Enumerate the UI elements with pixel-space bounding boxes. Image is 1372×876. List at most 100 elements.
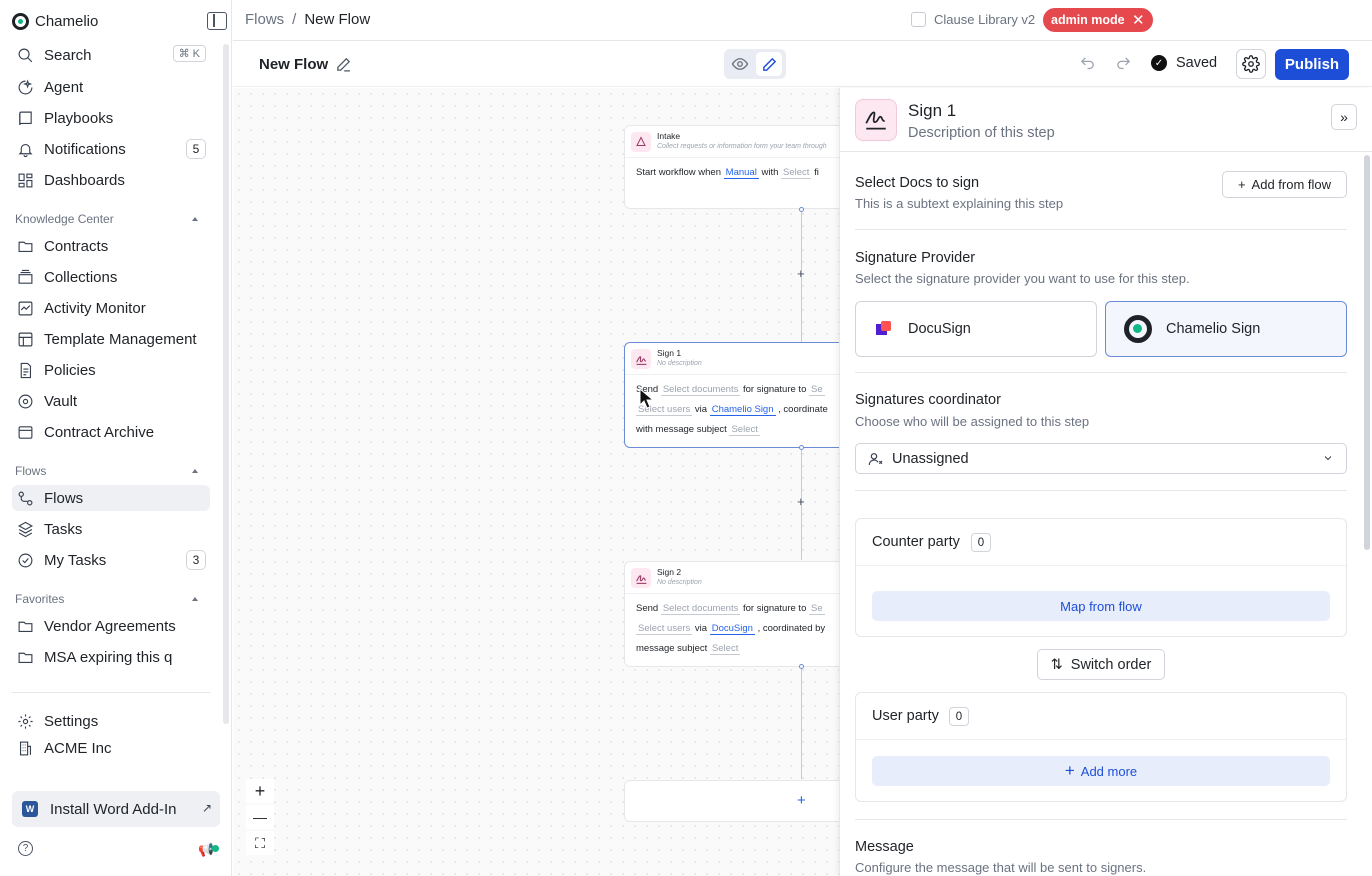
documents-select[interactable]: Select documents — [660, 603, 741, 615]
sidebar-item-label: Collections — [44, 268, 118, 286]
sidebar-item-playbooks[interactable]: Playbooks — [12, 105, 210, 131]
breadcrumb-flows-link[interactable]: Flows — [245, 11, 284, 28]
documents-select[interactable]: Select documents — [660, 384, 741, 396]
add-from-flow-button[interactable]: + Add from flow — [1222, 171, 1347, 198]
divider — [855, 490, 1347, 491]
trigger-select[interactable]: Manual — [723, 167, 759, 179]
sidebar-item-collections[interactable]: Collections — [12, 264, 210, 290]
zoom-out-button[interactable]: — — [246, 805, 274, 829]
sidebar-item-template-management[interactable]: Template Management — [12, 326, 210, 352]
top-bar: Flows / New Flow Clause Library v2 admin… — [233, 0, 1372, 41]
intake-node[interactable]: Intake Collect requests or information f… — [624, 125, 839, 209]
install-word-addin-button[interactable]: W Install Word Add-In ↗ — [12, 791, 220, 827]
sidebar-item-msa-expiring[interactable]: MSA expiring this q — [12, 644, 210, 670]
word-icon: W — [22, 801, 38, 817]
flow-canvas[interactable]: Intake Collect requests or information f… — [233, 88, 839, 876]
dashboard-icon — [16, 171, 34, 189]
collection-icon — [16, 268, 34, 286]
caret-up-icon[interactable] — [192, 597, 198, 601]
sidebar-item-label: Activity Monitor — [44, 299, 146, 317]
subject-select[interactable]: Select — [729, 424, 760, 436]
switch-order-button[interactable]: ⇅ Switch order — [1037, 649, 1165, 680]
sidebar-item-notifications[interactable]: Notifications 5 — [12, 136, 210, 162]
collapse-sidebar-icon[interactable] — [207, 12, 227, 30]
panel-scrollbar[interactable] — [1364, 155, 1370, 550]
node-header: Sign 2 No description — [625, 562, 839, 594]
clause-library-checkbox[interactable] — [911, 12, 926, 27]
sidebar-scrollbar[interactable] — [223, 44, 229, 724]
coordinator-value: Unassigned — [892, 450, 969, 467]
sidebar-item-org[interactable]: ACME Inc — [12, 735, 210, 761]
provider-select[interactable]: Chamelio Sign — [709, 404, 776, 416]
sidebar-item-policies[interactable]: Policies — [12, 357, 210, 383]
sidebar-item-label: Vendor Agreements — [44, 617, 176, 635]
gear-icon — [1242, 55, 1260, 73]
flow-settings-button[interactable] — [1236, 49, 1266, 79]
add-more-button[interactable]: + Add more — [872, 756, 1330, 786]
section-flows[interactable]: Flows — [15, 464, 46, 478]
node-header: Sign 1 No description — [625, 343, 839, 375]
brand[interactable]: Chamelio — [12, 10, 98, 32]
eye-icon[interactable] — [730, 55, 750, 73]
user-x-icon — [868, 452, 883, 465]
fit-view-button[interactable]: ⛶ — [246, 831, 274, 855]
saved-label: Saved — [1176, 55, 1218, 71]
folder-icon — [16, 237, 34, 255]
party-header: User party 0 — [856, 693, 1346, 740]
sign-2-node[interactable]: Sign 2 No description Send Select docume… — [624, 561, 839, 667]
section-knowledge-center[interactable]: Knowledge Center — [15, 212, 114, 226]
step-description[interactable]: Description of this step — [908, 125, 1055, 141]
button-label: Add from flow — [1251, 177, 1332, 192]
map-from-flow-button[interactable]: Map from flow — [872, 591, 1330, 621]
provider-option-chamelio-sign[interactable]: Chamelio Sign — [1105, 301, 1347, 357]
step-config-panel: Sign 1 Description of this step » Select… — [839, 88, 1372, 876]
sidebar-item-flows[interactable]: Flows — [12, 485, 210, 511]
step-title[interactable]: Sign 1 — [908, 101, 956, 121]
sidebar-item-vendor-agreements[interactable]: Vendor Agreements — [12, 613, 210, 639]
add-step-plus-icon[interactable]: + — [797, 266, 805, 281]
add-step-plus-icon[interactable]: + — [797, 494, 805, 509]
caret-up-icon[interactable] — [192, 217, 198, 221]
add-step-node[interactable]: + — [624, 780, 839, 822]
section-favorites[interactable]: Favorites — [15, 592, 64, 606]
clause-library-label[interactable]: Clause Library v2 — [934, 12, 1035, 27]
folder-icon — [16, 648, 34, 666]
sidebar-item-vault[interactable]: Vault — [12, 388, 210, 414]
recipients-select[interactable]: Se — [809, 603, 825, 615]
search-icon — [16, 46, 34, 64]
edit-mode-button[interactable] — [756, 52, 782, 76]
view-mode-toggle — [724, 49, 786, 79]
subject-select[interactable]: Select — [709, 643, 741, 655]
sidebar-item-contracts[interactable]: Contracts — [12, 233, 210, 259]
zoom-in-button[interactable]: + — [246, 779, 274, 803]
text: with message subject — [636, 424, 727, 435]
users-select[interactable]: Select users — [636, 623, 693, 635]
sidebar-item-activity-monitor[interactable]: Activity Monitor — [12, 295, 210, 321]
sidebar-item-contract-archive[interactable]: Contract Archive — [12, 419, 210, 445]
sidebar-item-dashboards[interactable]: Dashboards — [12, 167, 210, 193]
redo-icon[interactable] — [1114, 55, 1133, 72]
caret-up-icon[interactable] — [192, 469, 198, 473]
text: for signature to — [742, 603, 807, 614]
close-icon[interactable]: ✕ — [1132, 11, 1145, 29]
help-icon[interactable]: ? — [18, 841, 33, 856]
sidebar-item-settings[interactable]: Settings — [12, 708, 210, 734]
provider-label: Chamelio Sign — [1166, 321, 1261, 337]
sidebar-item-search[interactable]: Search ⌘ K — [12, 42, 210, 68]
form-select[interactable]: Select — [781, 167, 812, 179]
sidebar-item-my-tasks[interactable]: My Tasks 3 — [12, 547, 210, 573]
button-label: Add more — [1080, 763, 1138, 779]
signature-icon — [631, 568, 651, 588]
recipients-select[interactable]: Se — [809, 384, 825, 396]
coordinator-select[interactable]: Unassigned — [855, 443, 1347, 474]
publish-button[interactable]: Publish — [1275, 49, 1349, 80]
collapse-panel-icon[interactable]: » — [1331, 104, 1357, 130]
breadcrumb-current: New Flow — [304, 11, 371, 28]
rename-pencil-icon[interactable] — [335, 56, 352, 73]
sidebar-item-agent[interactable]: Agent — [12, 74, 210, 100]
sign-1-node[interactable]: Sign 1 No description Send Select docume… — [624, 342, 839, 448]
provider-option-docusign[interactable]: DocuSign — [855, 301, 1097, 357]
provider-select[interactable]: DocuSign — [709, 623, 755, 635]
undo-icon[interactable] — [1078, 55, 1097, 72]
sidebar-item-tasks[interactable]: Tasks — [12, 516, 210, 542]
